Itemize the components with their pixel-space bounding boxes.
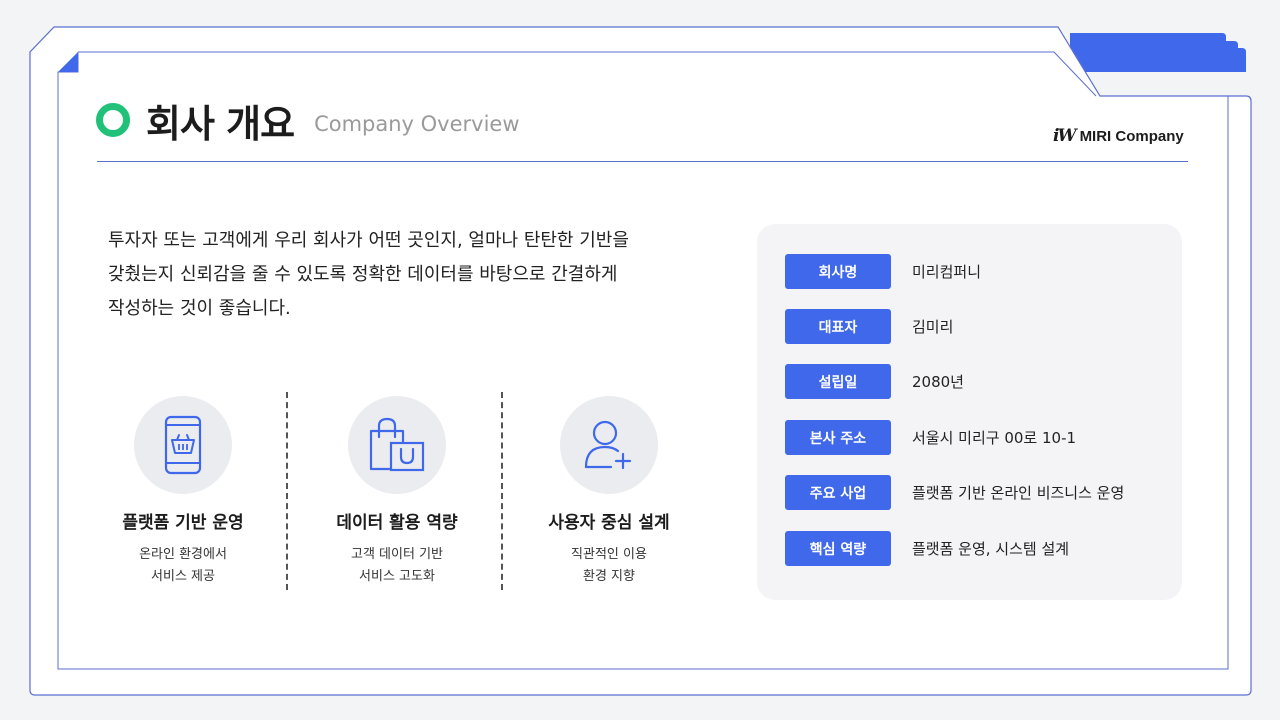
feature-data: 데이터 활용 역량 고객 데이터 기반 서비스 고도화	[290, 396, 504, 588]
info-value: 서울시 미리구 00로 10-1	[912, 429, 1077, 447]
info-label: 주요 사업	[785, 475, 891, 510]
title-dot-icon	[96, 103, 130, 137]
feature-icon-circle	[134, 396, 232, 494]
feature-icon-circle	[348, 396, 446, 494]
title-korean: 회사 개요	[146, 101, 295, 146]
brand-logo: iW MIRI Company	[1053, 126, 1184, 146]
feature-desc-line: 환경 지향	[583, 569, 635, 584]
feature-desc-line: 고객 데이터 기반	[351, 547, 443, 562]
info-label: 설립일	[785, 364, 891, 399]
feature-description: 온라인 환경에서 서비스 제공	[76, 544, 290, 588]
title-divider	[97, 161, 1188, 162]
feature-title: 데이터 활용 역량	[336, 513, 458, 533]
intro-line: 갖췄는지 신뢰감을 줄 수 있도록 정확한 데이터를 바탕으로 간결하게	[108, 264, 618, 285]
intro-line: 투자자 또는 고객에게 우리 회사가 어떤 곳인지, 얼마나 탄탄한 기반을	[108, 230, 629, 251]
info-label: 회사명	[785, 254, 891, 289]
brand-name: MIRI Company	[1079, 127, 1184, 145]
feature-desc-line: 온라인 환경에서	[139, 547, 227, 562]
feature-title: 플랫폼 기반 운영	[122, 513, 244, 533]
info-label: 핵심 역량	[785, 531, 891, 566]
intro-line: 작성하는 것이 좋습니다.	[108, 298, 291, 319]
mobile-shopping-basket-icon	[164, 415, 202, 475]
info-row-company-name: 회사명 미리컴퍼니	[785, 254, 981, 289]
info-label: 본사 주소	[785, 420, 891, 455]
feature-divider	[286, 392, 288, 590]
info-label: 대표자	[785, 309, 891, 344]
feature-desc-line: 직관적인 이용	[571, 547, 647, 562]
company-info-panel: 회사명 미리컴퍼니 대표자 김미리 설립일 2080년 본사 주소 서울시 미리…	[757, 224, 1182, 600]
feature-desc-line: 서비스 제공	[151, 569, 215, 584]
info-value: 플랫폼 운영, 시스템 설계	[912, 540, 1070, 558]
shopping-bag-icon	[369, 417, 425, 472]
brand-mark-icon: iW	[1053, 126, 1077, 146]
feature-title: 사용자 중심 설계	[548, 513, 670, 533]
page-title: 회사 개요 Company Overview	[96, 92, 520, 148]
info-row-business: 주요 사업 플랫폼 기반 온라인 비즈니스 운영	[785, 475, 1124, 510]
feature-platform: 플랫폼 기반 운영 온라인 환경에서 서비스 제공	[76, 396, 290, 588]
feature-description: 직관적인 이용 환경 지향	[502, 544, 716, 588]
info-row-ceo: 대표자 김미리	[785, 309, 953, 344]
info-row-address: 본사 주소 서울시 미리구 00로 10-1	[785, 420, 1076, 455]
feature-description: 고객 데이터 기반 서비스 고도화	[290, 544, 504, 588]
info-value: 플랫폼 기반 온라인 비즈니스 운영	[912, 484, 1125, 502]
title-english: Company Overview	[314, 112, 520, 136]
add-user-icon	[584, 420, 632, 470]
feature-icon-circle	[560, 396, 658, 494]
intro-paragraph: 투자자 또는 고객에게 우리 회사가 어떤 곳인지, 얼마나 탄탄한 기반을 갖…	[108, 224, 728, 326]
feature-user-centric: 사용자 중심 설계 직관적인 이용 환경 지향	[502, 396, 716, 588]
folder-tab-front	[1080, 48, 1246, 72]
info-row-founded: 설립일 2080년	[785, 364, 964, 399]
info-row-core-competency: 핵심 역량 플랫폼 운영, 시스템 설계	[785, 531, 1069, 566]
info-value: 김미리	[912, 318, 954, 336]
info-value: 2080년	[912, 373, 964, 391]
feature-desc-line: 서비스 고도화	[359, 569, 435, 584]
info-value: 미리컴퍼니	[912, 263, 982, 281]
